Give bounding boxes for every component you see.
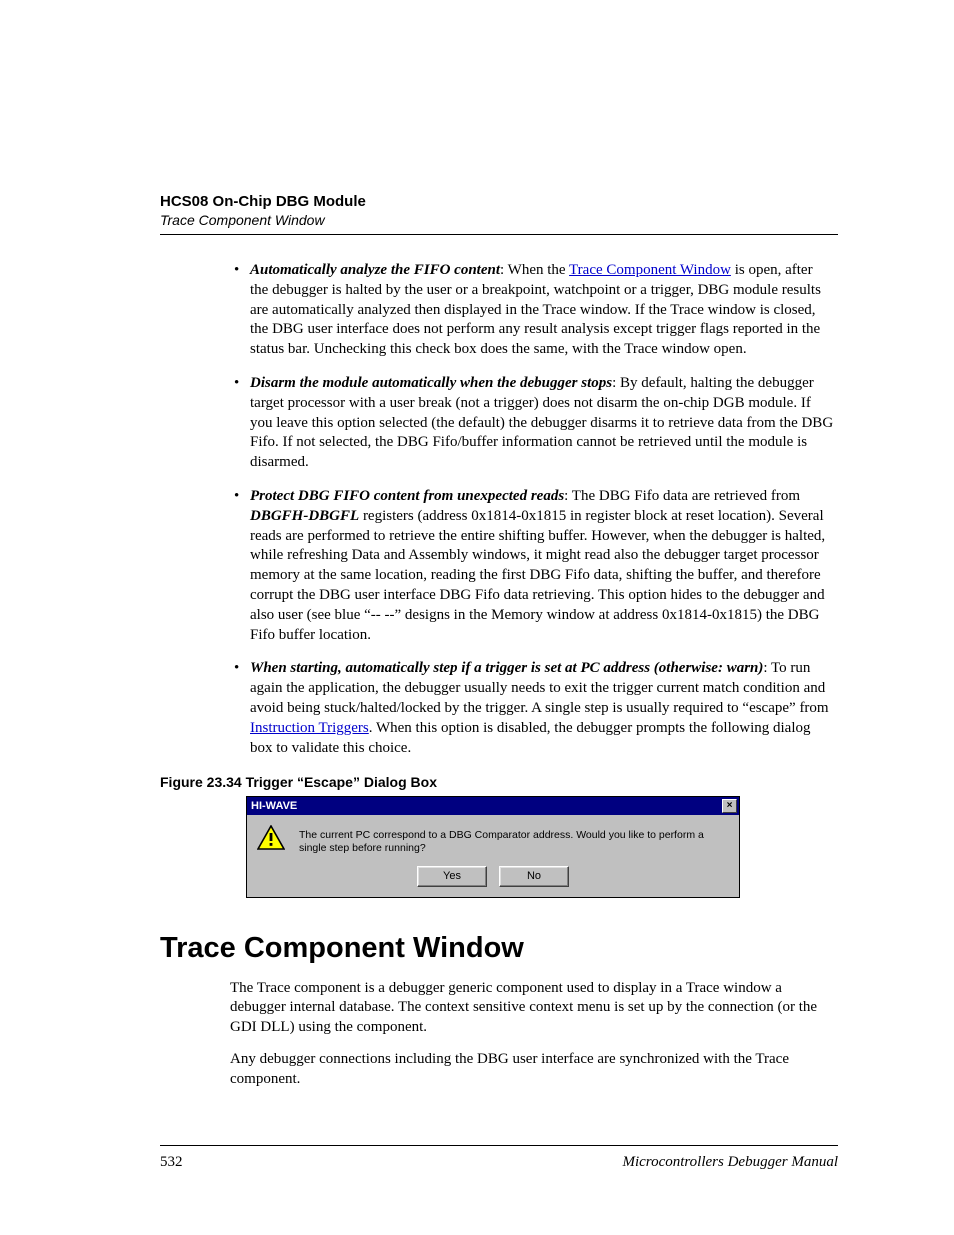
options-bullet-list: Automatically analyze the FIFO content: … bbox=[250, 261, 838, 758]
body-paragraph: Any debugger connections including the D… bbox=[230, 1050, 838, 1090]
dialog-title: HI-WAVE bbox=[251, 800, 297, 812]
bullet-text: registers (address 0x1814-0x1815 in regi… bbox=[250, 508, 825, 643]
section-heading: Trace Component Window bbox=[160, 932, 838, 965]
bullet-lead: Automatically analyze the FIFO content bbox=[250, 262, 500, 278]
page-number: 532 bbox=[160, 1154, 183, 1171]
warning-icon bbox=[257, 825, 285, 851]
no-button[interactable]: No bbox=[499, 866, 569, 887]
close-button[interactable]: × bbox=[722, 799, 737, 813]
dialog-titlebar: HI-WAVE × bbox=[247, 797, 739, 815]
yes-button[interactable]: Yes bbox=[417, 866, 487, 887]
running-head-chapter: HCS08 On-Chip DBG Module bbox=[160, 193, 838, 210]
bullet-lead: When starting, automatically step if a t… bbox=[250, 660, 763, 676]
dialog-message: The current PC correspond to a DBG Compa… bbox=[299, 825, 731, 855]
bullet-text: : When the bbox=[500, 262, 569, 278]
bullet-text: : The DBG Fifo data are retrieved from bbox=[564, 488, 800, 504]
register-name: DBGFH-DBGFL bbox=[250, 508, 359, 524]
figure-caption: Figure 23.34 Trigger “Escape” Dialog Box bbox=[160, 774, 838, 790]
header-rule bbox=[160, 234, 838, 235]
bullet-lead: Protect DBG FIFO content from unexpected… bbox=[250, 488, 564, 504]
list-item: When starting, automatically step if a t… bbox=[250, 659, 834, 758]
list-item: Protect DBG FIFO content from unexpected… bbox=[250, 487, 834, 645]
bullet-lead: Disarm the module automatically when the… bbox=[250, 375, 612, 391]
escape-dialog: HI-WAVE × The current PC correspond to a… bbox=[246, 796, 740, 897]
list-item: Automatically analyze the FIFO content: … bbox=[250, 261, 834, 360]
body-paragraph: The Trace component is a debugger generi… bbox=[230, 979, 838, 1038]
running-head-section: Trace Component Window bbox=[160, 212, 838, 228]
trace-component-window-link[interactable]: Trace Component Window bbox=[569, 262, 731, 278]
footer-rule bbox=[160, 1145, 838, 1146]
manual-title: Microcontrollers Debugger Manual bbox=[622, 1154, 838, 1171]
instruction-triggers-link[interactable]: Instruction Triggers bbox=[250, 720, 369, 736]
list-item: Disarm the module automatically when the… bbox=[250, 374, 834, 473]
